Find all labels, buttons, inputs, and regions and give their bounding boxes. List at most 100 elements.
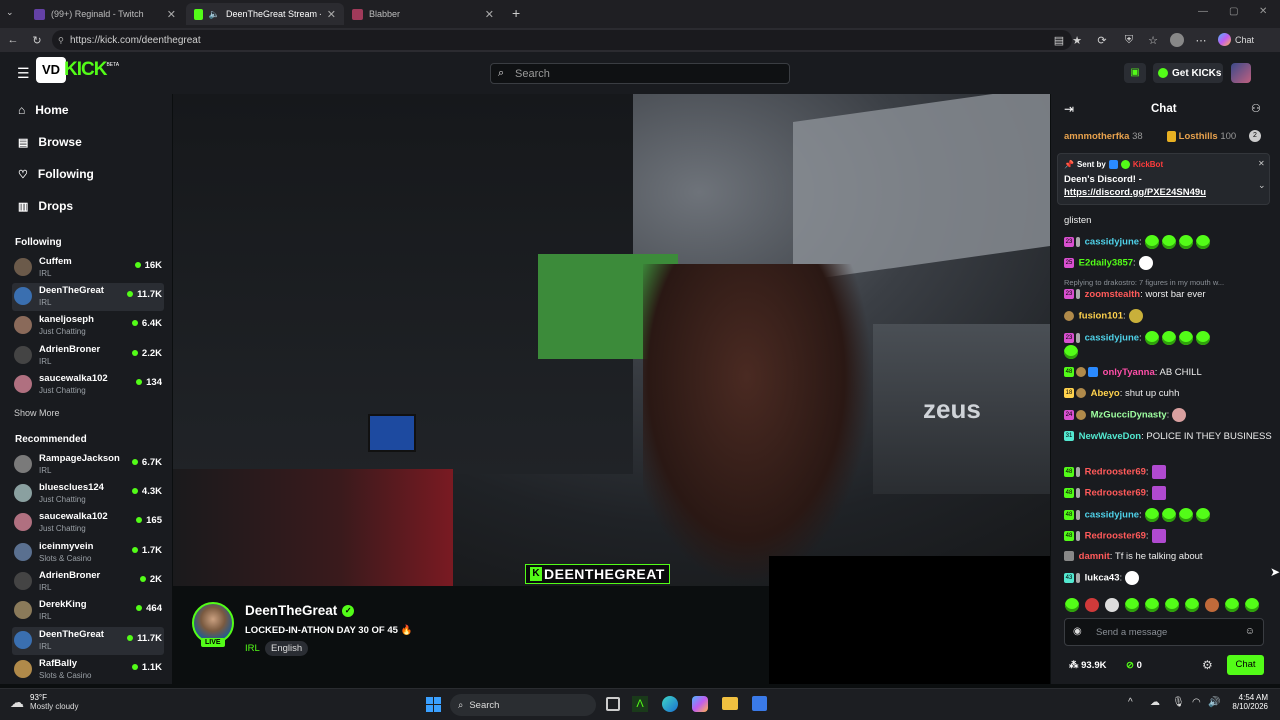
chat-message: 25 E2daily3857: <box>1064 256 1274 270</box>
copilot-icon[interactable] <box>692 696 708 712</box>
chat-message: 23 zoomstealth: worst bar ever <box>1064 289 1206 300</box>
kick-logo[interactable]: VD KICK BETA <box>36 56 119 84</box>
reload-icon[interactable]: ↻ <box>30 33 44 47</box>
get-kicks-button[interactable]: Get KICKs <box>1153 63 1223 83</box>
sidebar-channel[interactable]: DeenTheGreat IRL 11.7K <box>12 283 164 311</box>
chat-panel: ⇥ Chat ⚇ amnmotherfka 38 Losthills 100 2… <box>1051 94 1280 684</box>
close-window-icon[interactable]: ✕ <box>1259 6 1267 17</box>
sidebar-channel[interactable]: kaneljoseph Just Chatting 6.4K <box>12 312 164 340</box>
close-icon[interactable]: ✕ <box>485 8 494 21</box>
chevron-down-icon[interactable]: ⌄ <box>1258 180 1266 191</box>
emote-icon[interactable] <box>1165 598 1179 612</box>
emote-icon[interactable] <box>1185 598 1199 612</box>
channel-points[interactable]: ⁂ 93.9K <box>1069 660 1107 671</box>
nav-browse[interactable]: ▤ Browse <box>18 135 82 149</box>
site-info-icon[interactable]: ⚲ <box>58 36 64 45</box>
close-icon[interactable]: ✕ <box>167 8 176 21</box>
weather-widget[interactable]: ☁ 93°F Mostly cloudy <box>10 693 78 711</box>
nav-home[interactable]: ⌂ Home <box>18 103 69 117</box>
sidebar-channel[interactable]: DerekKing IRL 464 <box>12 597 164 625</box>
sidebar-channel[interactable]: AdrienBroner IRL 2K <box>12 568 164 596</box>
chat-users-icon[interactable]: ⚇ <box>1251 102 1261 115</box>
emote-icon[interactable] <box>1225 598 1239 612</box>
sidebar-channel[interactable]: Cuffem IRL 16K <box>12 254 164 282</box>
emote-icon <box>1161 508 1176 522</box>
back-icon[interactable]: ← <box>6 33 20 47</box>
discord-link[interactable]: https://discord.gg/PXE24SN49u <box>1064 187 1206 198</box>
sidebar-channel[interactable]: RafBally Slots & Casino 1.1K <box>12 656 164 684</box>
clock[interactable]: 4:54 AM 8/10/2026 <box>1222 693 1268 711</box>
close-icon[interactable]: ✕ <box>327 8 336 21</box>
sidebar-channel[interactable]: RampageJackson IRL 6.7K <box>12 451 164 479</box>
avatar <box>14 316 32 334</box>
user-avatar[interactable] <box>1231 63 1251 83</box>
search-input[interactable]: ⌕ Search <box>490 63 790 84</box>
emote-icon[interactable] <box>1245 598 1259 612</box>
search-icon: ⌕ <box>458 699 464 711</box>
profile-icon[interactable] <box>1170 33 1184 47</box>
shield-icon[interactable]: ⛨ <box>1122 33 1136 47</box>
video-person-main <box>643 264 873 586</box>
reader-icon[interactable]: ▤ <box>1052 33 1066 47</box>
send-chat-button[interactable]: Chat <box>1227 655 1264 675</box>
more-icon[interactable]: ⋯ <box>1194 33 1208 47</box>
tab-list-icon[interactable]: ⌄ <box>6 7 14 18</box>
sidebar-channel[interactable]: bluesclues124 Just Chatting 4.3K <box>12 480 164 508</box>
chat-settings-icon[interactable]: ⚙ <box>1202 658 1213 672</box>
star-icon[interactable]: ★ <box>1070 33 1084 47</box>
emote-icon[interactable] <box>1105 598 1119 612</box>
chat-input[interactable]: ◉ Send a message ☺ <box>1064 618 1264 646</box>
pinned-message[interactable]: 📌 Sent by KickBot ✕ Deen's Discord! - ht… <box>1057 153 1270 205</box>
sidebar-channel[interactable]: saucewalka102 Just Chatting 165 <box>12 509 164 537</box>
app-icon[interactable]: Λ <box>632 696 648 712</box>
edge-icon[interactable] <box>662 696 678 712</box>
collapse-chat-icon[interactable]: ⇥ <box>1064 102 1074 116</box>
volume-icon[interactable]: 🔊 <box>1208 697 1220 708</box>
emote-picker-icon[interactable]: ◉ <box>1073 626 1082 637</box>
maximize-icon[interactable]: ▢ <box>1229 6 1238 17</box>
top-gifter[interactable]: Losthills 100 <box>1167 131 1236 142</box>
sidebar-channel[interactable]: AdrienBroner IRL 2.2K <box>12 342 164 370</box>
start-icon[interactable] <box>426 697 441 712</box>
emote-icon <box>1161 235 1176 249</box>
smile-icon[interactable]: ☺ <box>1245 626 1255 637</box>
nav-drops[interactable]: ▥ Drops <box>18 199 73 213</box>
emote-icon[interactable] <box>1065 598 1079 612</box>
extensions-icon[interactable]: ⟳ <box>1095 33 1109 47</box>
menu-icon[interactable]: ☰ <box>17 65 30 82</box>
tab-blabber[interactable]: Blabber ✕ <box>344 3 502 25</box>
sidebar-channel[interactable]: iceinmyvein Slots & Casino 1.7K <box>12 539 164 567</box>
unpin-icon[interactable]: ✕ <box>1258 159 1265 168</box>
mic-icon[interactable]: 🎙 <box>1172 697 1185 708</box>
sidebar-channel[interactable]: saucewalka102 Just Chatting 134 <box>12 371 164 399</box>
wifi-icon[interactable]: ◠ <box>1192 697 1201 708</box>
favorites-icon[interactable]: ☆ <box>1146 33 1160 47</box>
copilot-chat-button[interactable]: Chat <box>1218 33 1254 46</box>
kicks-balance[interactable]: ⊘ 0 <box>1126 660 1142 671</box>
url-field[interactable]: ⚲ https://kick.com/deenthegreat <box>52 30 1072 50</box>
explorer-icon[interactable] <box>722 697 738 710</box>
store-icon[interactable] <box>752 696 767 711</box>
streamer-name[interactable]: DeenTheGreat ✓ <box>245 603 355 618</box>
network-icon[interactable]: ☁ <box>1150 697 1160 708</box>
emote-icon[interactable] <box>1085 598 1099 612</box>
new-tab-button[interactable]: + <box>512 5 520 21</box>
wallet-button[interactable]: ▣ <box>1124 63 1146 83</box>
emote-icon[interactable] <box>1145 598 1159 612</box>
emote-icon[interactable] <box>1125 598 1139 612</box>
category-link[interactable]: IRL <box>245 643 260 654</box>
task-view-icon[interactable] <box>606 697 620 711</box>
emote-icon[interactable] <box>1205 598 1219 612</box>
nav-following[interactable]: ♡ Following <box>18 167 94 181</box>
tab-kick[interactable]: 🔈 DeenTheGreat Stream - Watc ✕ <box>186 3 344 25</box>
show-more-link[interactable]: Show More <box>14 408 60 418</box>
tray-chevron-icon[interactable]: ^ <box>1128 697 1133 708</box>
top-gifter[interactable]: amnmotherfka 38 <box>1064 131 1143 142</box>
sidebar-channel[interactable]: DeenTheGreat IRL 11.7K <box>12 627 164 655</box>
language-tag[interactable]: English <box>265 641 309 656</box>
tab-twitch[interactable]: (99+) Reginald - Twitch ✕ <box>26 3 184 25</box>
taskbar-search[interactable]: ⌕ Search <box>450 694 596 716</box>
minimize-icon[interactable]: — <box>1198 6 1208 17</box>
video-player[interactable]: zeus K DEENTHEGREAT <box>173 94 1050 586</box>
live-badge: LIVE <box>201 638 225 647</box>
